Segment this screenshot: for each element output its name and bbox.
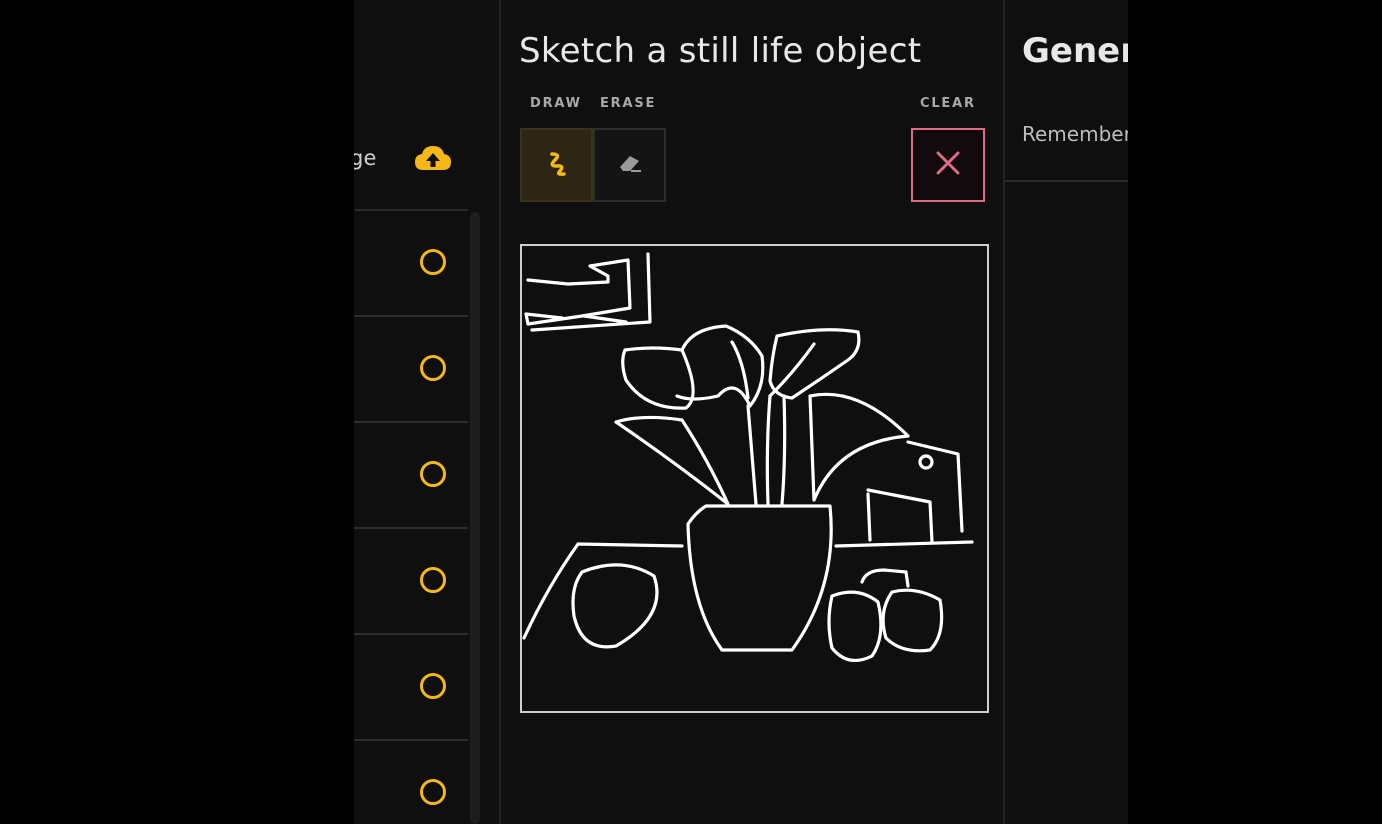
close-icon [934, 149, 962, 181]
list-item[interactable] [354, 317, 468, 423]
upload-label: ge [354, 146, 377, 170]
circle-ring-icon[interactable] [420, 567, 446, 593]
list-scrollbar[interactable] [470, 212, 480, 824]
panel-title: Genera [1022, 30, 1128, 71]
panel-note: Remember [1022, 122, 1128, 146]
circle-ring-icon[interactable] [420, 673, 446, 699]
drawing-canvas[interactable] [520, 244, 989, 713]
app-window: ge Sketch a still life object DRAW ERASE… [354, 0, 1128, 824]
circle-ring-icon[interactable] [420, 461, 446, 487]
list-item[interactable] [354, 211, 468, 317]
draw-label: DRAW [530, 96, 582, 111]
erase-button[interactable] [593, 128, 666, 202]
draw-button[interactable] [520, 128, 593, 202]
circle-ring-icon[interactable] [420, 249, 446, 275]
eraser-icon [614, 147, 646, 183]
item-list [354, 211, 468, 824]
circle-ring-icon[interactable] [420, 355, 446, 381]
clear-label: CLEAR [920, 96, 976, 111]
squiggle-pen-icon [541, 147, 573, 183]
panel-divider [1005, 180, 1128, 182]
erase-label: ERASE [600, 96, 657, 111]
panel-title: Sketch a still life object [519, 30, 922, 71]
list-item[interactable] [354, 529, 468, 635]
sketch-panel: Sketch a still life object DRAW ERASE CL… [501, 0, 1003, 824]
list-item[interactable] [354, 423, 468, 529]
cloud-upload-icon[interactable] [414, 144, 452, 174]
clear-button[interactable] [911, 128, 985, 202]
list-item[interactable] [354, 635, 468, 741]
generate-panel: Genera Remember [1005, 0, 1128, 824]
sketch-drawing [522, 252, 974, 663]
list-item[interactable] [354, 741, 468, 824]
circle-ring-icon[interactable] [420, 779, 446, 805]
left-panel: ge [354, 0, 499, 824]
